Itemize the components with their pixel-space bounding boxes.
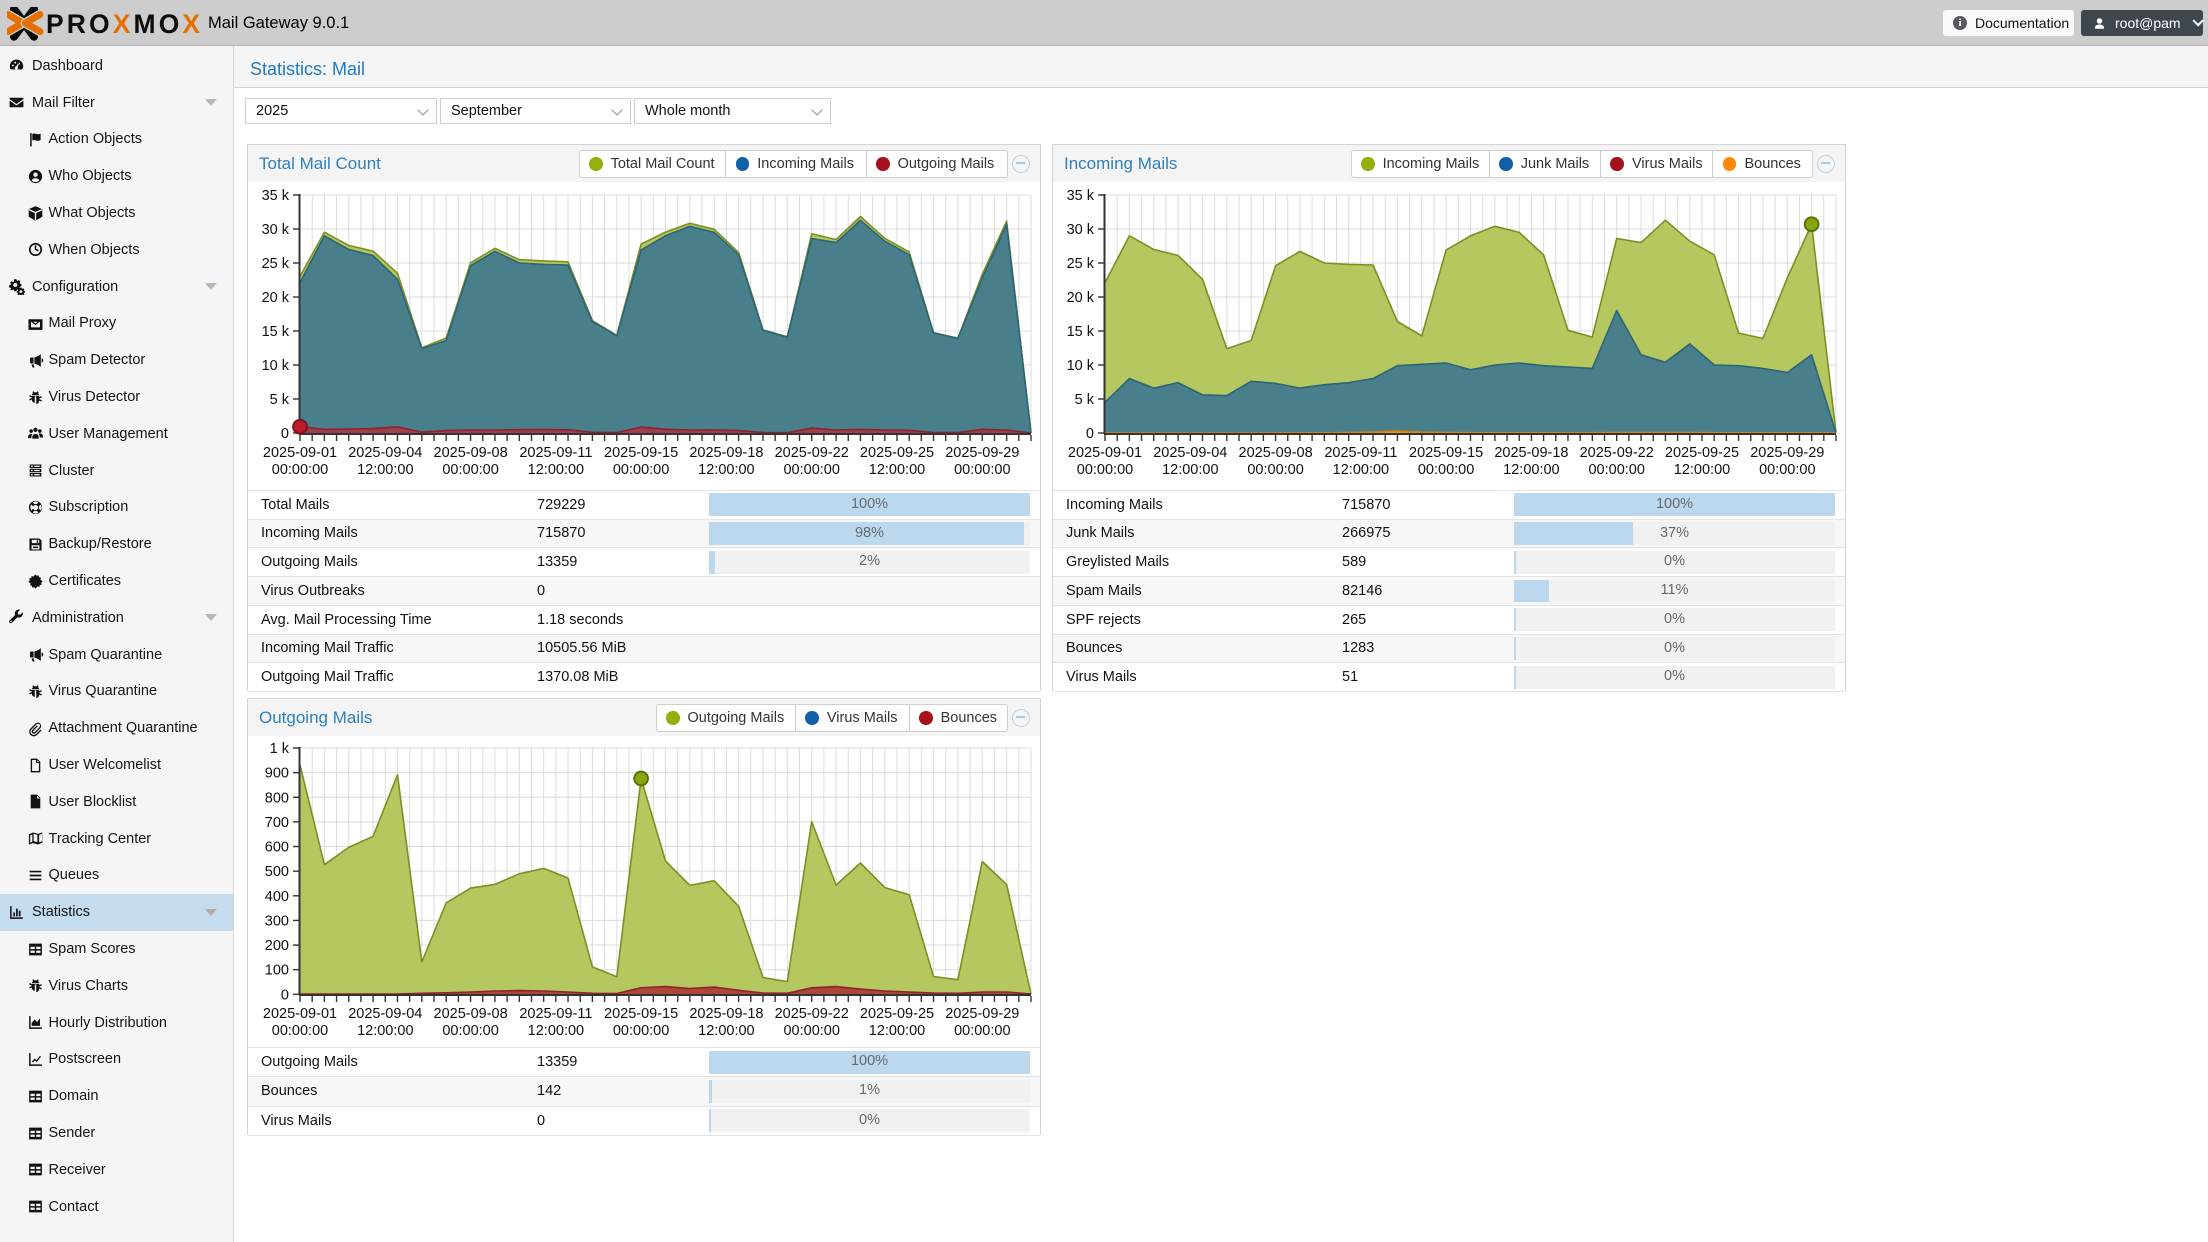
svg-text:00:00:00: 00:00:00	[272, 462, 328, 478]
svg-text:2025-09-04: 2025-09-04	[348, 445, 422, 461]
svg-text:0: 0	[281, 426, 289, 442]
svg-text:2025-09-01: 2025-09-01	[263, 445, 337, 461]
svg-text:00:00:00: 00:00:00	[783, 462, 839, 478]
svg-text:2025-09-08: 2025-09-08	[1239, 445, 1313, 461]
svg-text:00:00:00: 00:00:00	[272, 1023, 328, 1039]
svg-text:2025-09-18: 2025-09-18	[689, 445, 763, 461]
svg-text:35 k: 35 k	[1067, 188, 1095, 204]
svg-text:2025-09-11: 2025-09-11	[519, 1006, 592, 1022]
svg-text:12:00:00: 12:00:00	[698, 1023, 754, 1039]
svg-text:2025-09-15: 2025-09-15	[604, 1006, 678, 1022]
svg-text:100: 100	[265, 963, 289, 979]
svg-text:12:00:00: 12:00:00	[528, 462, 584, 478]
svg-text:2025-09-25: 2025-09-25	[1665, 445, 1739, 461]
svg-text:12:00:00: 12:00:00	[1333, 462, 1389, 478]
svg-text:2025-09-18: 2025-09-18	[1494, 445, 1568, 461]
svg-text:0: 0	[281, 987, 289, 1003]
svg-text:12:00:00: 12:00:00	[869, 462, 925, 478]
svg-text:900: 900	[265, 766, 289, 782]
svg-text:00:00:00: 00:00:00	[783, 1023, 839, 1039]
svg-text:12:00:00: 12:00:00	[357, 1023, 413, 1039]
svg-text:2025-09-25: 2025-09-25	[860, 445, 934, 461]
svg-text:2025-09-29: 2025-09-29	[945, 1006, 1019, 1022]
svg-text:2025-09-29: 2025-09-29	[1750, 445, 1824, 461]
svg-text:300: 300	[265, 913, 289, 929]
svg-text:12:00:00: 12:00:00	[528, 1023, 584, 1039]
svg-text:00:00:00: 00:00:00	[1759, 462, 1815, 478]
svg-text:2025-09-22: 2025-09-22	[775, 1006, 849, 1022]
svg-text:00:00:00: 00:00:00	[954, 462, 1010, 478]
svg-text:2025-09-22: 2025-09-22	[775, 445, 849, 461]
svg-text:15 k: 15 k	[1067, 324, 1095, 340]
svg-text:2025-09-08: 2025-09-08	[434, 1006, 508, 1022]
svg-text:00:00:00: 00:00:00	[613, 462, 669, 478]
svg-text:1 k: 1 k	[270, 741, 290, 757]
svg-text:5 k: 5 k	[1075, 392, 1095, 408]
svg-text:00:00:00: 00:00:00	[1418, 462, 1474, 478]
svg-text:2025-09-15: 2025-09-15	[1409, 445, 1483, 461]
svg-text:400: 400	[265, 889, 289, 905]
svg-text:PROXMOX: PROXMOX	[46, 9, 203, 39]
svg-text:00:00:00: 00:00:00	[442, 1023, 498, 1039]
svg-text:15 k: 15 k	[262, 324, 290, 340]
svg-text:2025-09-01: 2025-09-01	[263, 1006, 337, 1022]
svg-text:20 k: 20 k	[1067, 290, 1095, 306]
svg-text:12:00:00: 12:00:00	[1503, 462, 1559, 478]
svg-text:25 k: 25 k	[262, 256, 290, 272]
svg-text:2025-09-29: 2025-09-29	[945, 445, 1019, 461]
svg-text:800: 800	[265, 790, 289, 806]
svg-text:30 k: 30 k	[262, 222, 290, 238]
svg-text:600: 600	[265, 840, 289, 856]
svg-text:20 k: 20 k	[262, 290, 290, 306]
svg-text:700: 700	[265, 815, 289, 831]
svg-text:12:00:00: 12:00:00	[698, 462, 754, 478]
svg-text:2025-09-04: 2025-09-04	[1153, 445, 1227, 461]
svg-text:35 k: 35 k	[262, 188, 290, 204]
svg-text:2025-09-01: 2025-09-01	[1068, 445, 1142, 461]
svg-text:500: 500	[265, 864, 289, 880]
svg-text:2025-09-25: 2025-09-25	[860, 1006, 934, 1022]
svg-text:00:00:00: 00:00:00	[1588, 462, 1644, 478]
svg-text:10 k: 10 k	[1067, 358, 1095, 374]
svg-text:00:00:00: 00:00:00	[613, 1023, 669, 1039]
svg-text:2025-09-11: 2025-09-11	[1324, 445, 1397, 461]
svg-text:2025-09-18: 2025-09-18	[689, 1006, 763, 1022]
svg-text:00:00:00: 00:00:00	[442, 462, 498, 478]
svg-text:00:00:00: 00:00:00	[954, 1023, 1010, 1039]
svg-text:12:00:00: 12:00:00	[1674, 462, 1730, 478]
svg-text:12:00:00: 12:00:00	[869, 1023, 925, 1039]
svg-text:12:00:00: 12:00:00	[357, 462, 413, 478]
svg-text:2025-09-15: 2025-09-15	[604, 445, 678, 461]
svg-text:30 k: 30 k	[1067, 222, 1095, 238]
svg-text:5 k: 5 k	[270, 392, 290, 408]
svg-text:200: 200	[265, 938, 289, 954]
svg-text:2025-09-11: 2025-09-11	[519, 445, 592, 461]
svg-text:2025-09-04: 2025-09-04	[348, 1006, 422, 1022]
svg-text:2025-09-08: 2025-09-08	[434, 445, 508, 461]
svg-text:12:00:00: 12:00:00	[1162, 462, 1218, 478]
svg-text:00:00:00: 00:00:00	[1077, 462, 1133, 478]
svg-text:25 k: 25 k	[1067, 256, 1095, 272]
svg-text:2025-09-22: 2025-09-22	[1580, 445, 1654, 461]
svg-text:10 k: 10 k	[262, 358, 290, 374]
svg-text:0: 0	[1086, 426, 1094, 442]
svg-text:00:00:00: 00:00:00	[1247, 462, 1303, 478]
